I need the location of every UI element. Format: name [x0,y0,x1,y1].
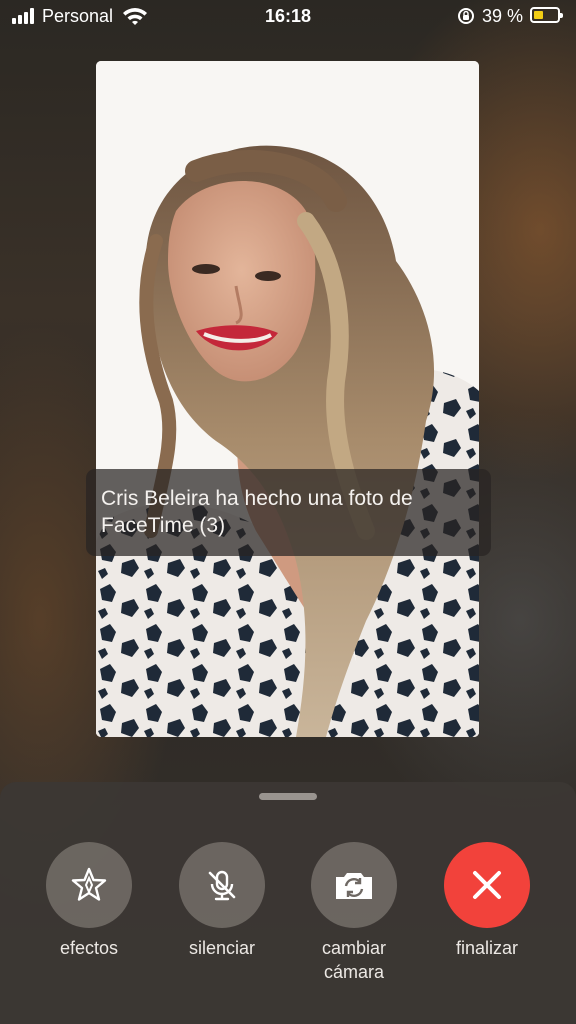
photo-notification-banner: Cris Beleira ha hecho una foto de FaceTi… [86,469,491,556]
call-controls-panel: efectos silenciar cambiar cámara finaliz… [0,782,576,1024]
status-bar: Personal 16:18 39 % [0,0,576,34]
flip-camera-control: cambiar cámara [294,842,414,984]
end-call-button[interactable] [444,842,530,928]
end-call-control: finalizar [427,842,547,960]
battery-percent: 39 % [482,6,524,26]
end-call-label: finalizar [455,938,519,958]
battery-icon [530,7,563,23]
banner-text: Cris Beleira ha hecho una foto de FaceTi… [101,487,413,537]
close-icon [473,871,501,899]
flip-camera-label: cambiar cámara [321,938,387,982]
mute-label: silenciar [188,938,256,958]
effects-label: efectos [59,938,119,958]
star-effects-icon [71,867,107,901]
video-frame-image [96,61,479,737]
rotation-lock-icon [458,8,474,24]
mute-control: silenciar [162,842,282,960]
mic-off-icon [208,870,236,901]
effects-control: efectos [29,842,149,960]
panel-grabber[interactable] [259,793,317,800]
mute-button[interactable] [179,842,265,928]
flip-camera-button[interactable] [311,842,397,928]
remote-video-feed[interactable] [96,61,479,737]
camera-flip-icon [336,873,372,899]
effects-button[interactable] [46,842,132,928]
